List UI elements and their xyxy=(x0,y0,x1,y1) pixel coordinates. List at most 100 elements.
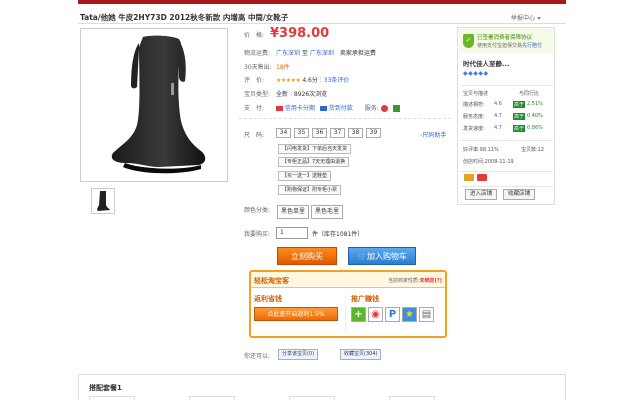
payment-label: 支 付: xyxy=(244,105,265,112)
title-divider xyxy=(78,23,566,24)
seller-divider xyxy=(461,140,553,141)
dsr-score: 4.7 xyxy=(494,125,502,131)
good-rate: 好评率:98.11% xyxy=(463,147,499,153)
size-option[interactable]: 34 xyxy=(276,128,291,138)
add-to-cart-button[interactable]: 🛒加入购物车 xyxy=(348,247,416,265)
boot-image xyxy=(111,35,206,174)
stock-info: 件（库存1081件） xyxy=(312,231,364,238)
p-icon[interactable]: P xyxy=(385,307,400,322)
size-option[interactable]: 36 xyxy=(312,128,327,138)
product-thumbnail[interactable] xyxy=(91,188,115,214)
sales-label: 30天售出: xyxy=(244,64,272,71)
dsr-badge: 高于 xyxy=(513,101,526,108)
rating-reviews[interactable]: 33条评价 xyxy=(324,77,350,84)
alipay-icon xyxy=(464,174,474,181)
guarantee-banner: ✓ 已签署消费者保障协议 使用支付宝担保交易先行赔付 xyxy=(459,29,553,53)
share-item-button[interactable]: 分享该宝贝(0) xyxy=(278,349,319,360)
buy-now-button[interactable]: 立刻购买 xyxy=(277,247,337,265)
weibo-icon[interactable]: ◉ xyxy=(368,307,383,322)
rating-score: 4.6分 xyxy=(302,77,318,84)
boot-thumb-image xyxy=(97,191,110,211)
favorite-item-button[interactable]: 收藏宝贝(304) xyxy=(340,349,382,360)
dsr-score: 4.7 xyxy=(494,113,502,119)
rebate-title: 返利省钱 xyxy=(254,295,282,303)
taobaoke-title: 轻松淘宝客 xyxy=(254,277,289,285)
product-main-image[interactable] xyxy=(80,28,228,182)
plus-icon[interactable]: + xyxy=(351,307,366,322)
seller-divider xyxy=(461,85,553,86)
payment-credit[interactable]: 信用卡分期 xyxy=(285,105,315,112)
seller-panel: ✓ 已签署消费者保障协议 使用支付宝担保交易先行赔付 时代佳人至静... ◆◆◆… xyxy=(457,27,555,205)
service-tag[interactable]: 【专柜正品】7天无理由退换 xyxy=(278,157,350,167)
share-promo-panel: 推广赚钱 + ◉ P ★ ▤ xyxy=(351,294,443,334)
size-option[interactable]: 37 xyxy=(330,128,345,138)
service-label: 服务: xyxy=(364,105,379,112)
sales-value: 18件 xyxy=(276,64,290,71)
cart-icon: 🛒 xyxy=(357,252,367,261)
taobaoke-header: 轻松淘宝客 当前商家性质:未绑定(?) xyxy=(251,272,445,288)
combo-item[interactable] xyxy=(389,396,435,400)
rating-info[interactable]: ★★★★★ 4.6分 | 33条评价 xyxy=(276,75,349,84)
shipping-to-prefix: 至 xyxy=(301,50,308,57)
quantity-input[interactable]: 1 xyxy=(276,227,308,239)
size-chart-link[interactable]: ›尺码助手 xyxy=(420,130,446,139)
product-title: Tata/他她 牛皮2HY73D 2012秋冬新款 内增高 中筒/女靴子 xyxy=(80,13,289,22)
size-option[interactable]: 38 xyxy=(348,128,363,138)
share-icons: + ◉ P ★ ▤ xyxy=(351,307,443,322)
add-to-cart-label: 加入购物车 xyxy=(366,252,407,261)
seller-stats: 好评率:98.11% 宝贝数:12 xyxy=(463,146,553,153)
dsr-name: 发货速度: xyxy=(463,126,485,132)
taobaoke-panel: 轻松淘宝客 当前商家性质:未绑定(?) 返利省钱 点此查开启返利1.5% 推广赚… xyxy=(249,270,447,338)
favorite-shop-button[interactable]: 收藏店铺 xyxy=(503,189,536,200)
quantity-value: 1 xyxy=(280,229,284,236)
shipping-from[interactable]: 广东深圳 xyxy=(276,50,300,57)
price-label: 价 格: xyxy=(244,32,265,39)
seller-divider xyxy=(461,186,553,187)
service-tag[interactable]: 【购物保证】附专柜小票 xyxy=(278,185,342,195)
combo-section: 搭配套餐1 xyxy=(78,374,566,400)
size-options: 34 35 36 37 38 39 xyxy=(276,128,381,138)
merchant-status: 当前商家性质:未绑定(?) xyxy=(388,277,442,284)
enter-shop-button[interactable]: 进入店铺 xyxy=(465,189,498,200)
dsr-header-col2: 与同行比 xyxy=(519,91,540,97)
payment-cod[interactable]: 货到付款 xyxy=(329,105,353,112)
color-option[interactable]: 黑色毛里 xyxy=(311,205,344,219)
payment-info: 信用卡分期 货到付款 服务: xyxy=(276,103,400,112)
cod-icon xyxy=(319,106,327,111)
guarantee-title[interactable]: 已签署消费者保障协议 xyxy=(477,33,532,41)
guarantee-sub-text: 使用支付宝担保交易 xyxy=(477,43,523,49)
dsr-badge: 高于 xyxy=(513,113,526,120)
merchant-status-value[interactable]: 未绑定(?) xyxy=(420,278,442,284)
share-promo-title: 推广赚钱 xyxy=(351,295,379,303)
credit-card-icon xyxy=(276,106,283,111)
combo-item[interactable] xyxy=(189,396,235,400)
rebate-panel: 返利省钱 点此查开启返利1.5% xyxy=(254,294,346,334)
seller-name[interactable]: 时代佳人至静... xyxy=(463,58,509,68)
dsr-header-col1: 宝贝与描述 xyxy=(463,91,489,97)
color-option[interactable]: 黑色单里 xyxy=(277,205,310,219)
size-option[interactable]: 35 xyxy=(294,128,309,138)
guarantee-link[interactable]: 先行赔付 xyxy=(522,43,542,49)
service-tag[interactable]: 【买一送一】送鞋垫 xyxy=(278,171,332,181)
rebate-button[interactable]: 点此查开启返利1.5% xyxy=(254,307,338,321)
combo-item[interactable] xyxy=(289,396,335,400)
dsr-pct: 2.51% xyxy=(527,101,543,107)
shipping-label: 物流运费: xyxy=(244,50,271,57)
service-badge-icon[interactable] xyxy=(380,105,388,112)
size-option[interactable]: 39 xyxy=(366,128,381,138)
star-icon[interactable]: ★ xyxy=(402,307,417,322)
combo-title: 搭配套餐1 xyxy=(89,384,122,392)
service-tag[interactable]: 【闪电发货】下单后当天发货 xyxy=(278,144,352,154)
clipboard-icon[interactable]: ▤ xyxy=(419,307,434,322)
shipping-to[interactable]: 广东深圳 xyxy=(310,50,334,57)
dsr-pct: 0.40% xyxy=(527,113,543,119)
seller-since: 创店时间:2008-11-19 xyxy=(463,159,514,165)
price-value: ¥398.00 xyxy=(270,26,330,41)
report-center-link[interactable]: 举报中心 xyxy=(511,13,542,22)
size-chart-label: 尺码助手 xyxy=(422,132,447,139)
size-label: 尺 码: xyxy=(244,132,265,139)
service-guarantee-icon[interactable] xyxy=(392,105,400,112)
dsr-name: 描述相符: xyxy=(463,102,485,108)
combo-item[interactable] xyxy=(89,396,135,400)
shipping-note: 卖家承担运费 xyxy=(339,50,376,57)
